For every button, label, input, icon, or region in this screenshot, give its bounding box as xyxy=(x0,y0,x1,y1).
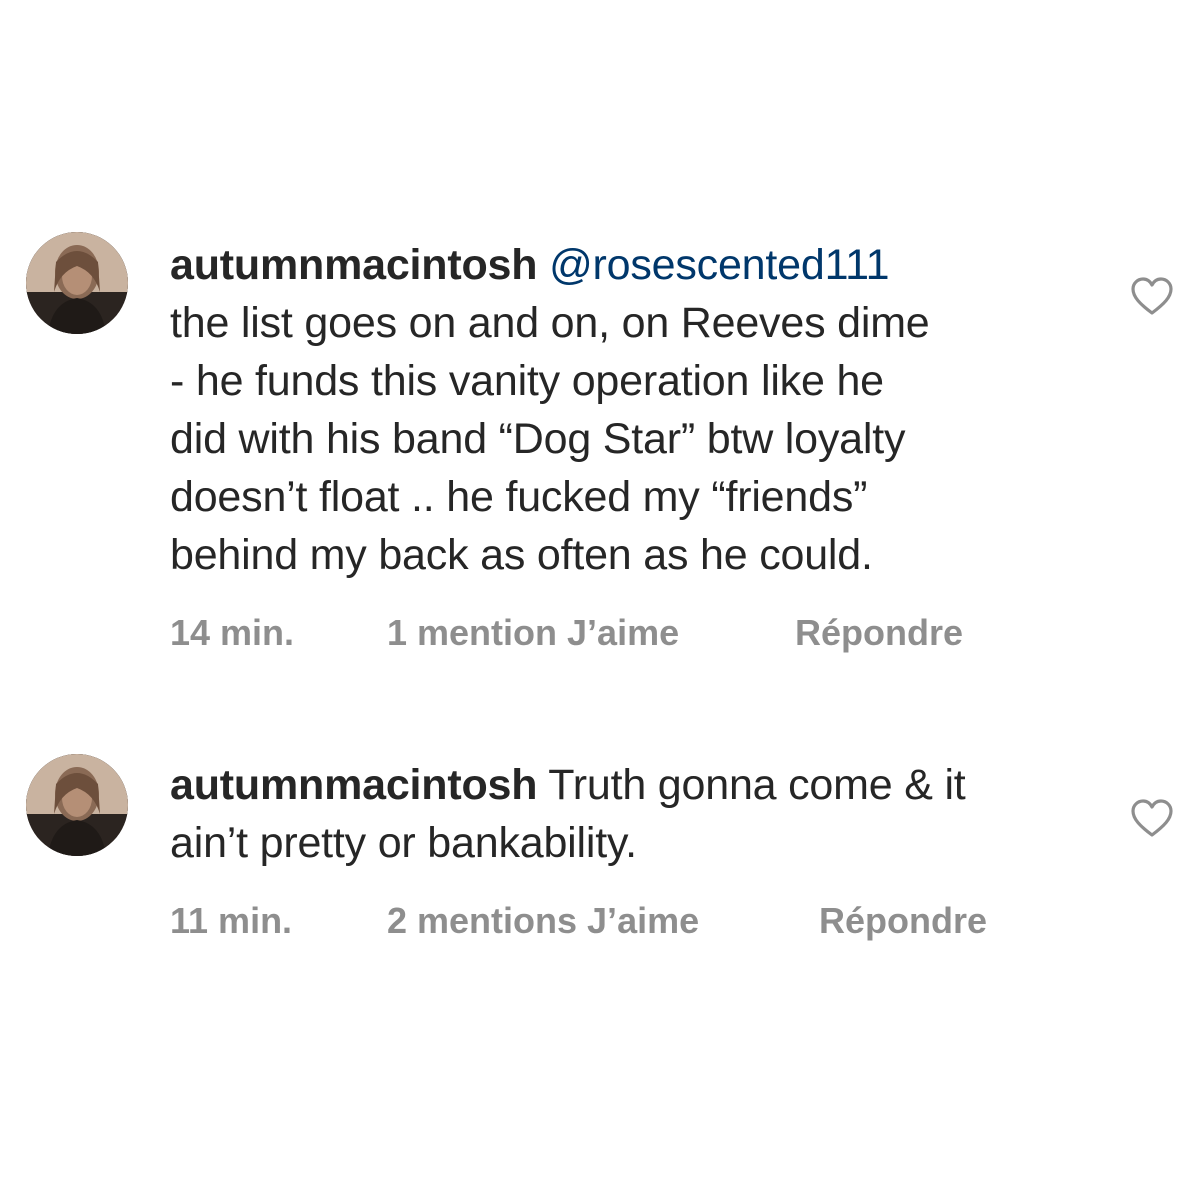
avatar[interactable] xyxy=(26,754,128,856)
comment-username[interactable]: autumnmacintosh xyxy=(170,241,538,289)
comment-line: Truth gonna come & it xyxy=(548,761,966,809)
comment-line: did with his band “Dog Star” btw loyalty xyxy=(170,415,906,463)
comment-line: the list goes on and on, on Reeves dime xyxy=(170,299,930,347)
comment-timestamp: 14 min. xyxy=(170,612,295,653)
likes-count-button[interactable]: 2 mentions J’aime xyxy=(387,900,819,942)
avatar-photo-icon xyxy=(26,232,128,334)
reply-button[interactable]: Répondre xyxy=(795,612,963,654)
comment-mention[interactable]: @rosescented111 xyxy=(549,241,889,289)
comment-text: autumnmacintosh @rosescented111 the list… xyxy=(170,236,1070,584)
comment-timestamp: 11 min. xyxy=(170,900,293,941)
comment-line: doesn’t float .. he fucked my “friends” xyxy=(170,473,868,521)
comment-meta: 11 min. 2 mentions J’aime Répondre xyxy=(170,900,987,942)
avatar[interactable] xyxy=(26,232,128,334)
comment-meta: 14 min. 1 mention J’aime Répondre xyxy=(170,612,963,654)
comment-text: autumnmacintosh Truth gonna come & it ai… xyxy=(170,756,1070,872)
reply-button[interactable]: Répondre xyxy=(819,900,987,942)
heart-outline-icon[interactable] xyxy=(1130,276,1174,316)
likes-count-button[interactable]: 1 mention J’aime xyxy=(387,612,795,654)
comment-username[interactable]: autumnmacintosh xyxy=(170,761,538,809)
avatar-photo-icon xyxy=(26,754,128,856)
heart-outline-icon[interactable] xyxy=(1130,798,1174,838)
comment-line: - he funds this vanity operation like he xyxy=(170,357,884,405)
comment-line: ain’t pretty or bankability. xyxy=(170,819,637,867)
comment-line: behind my back as often as he could. xyxy=(170,531,873,579)
